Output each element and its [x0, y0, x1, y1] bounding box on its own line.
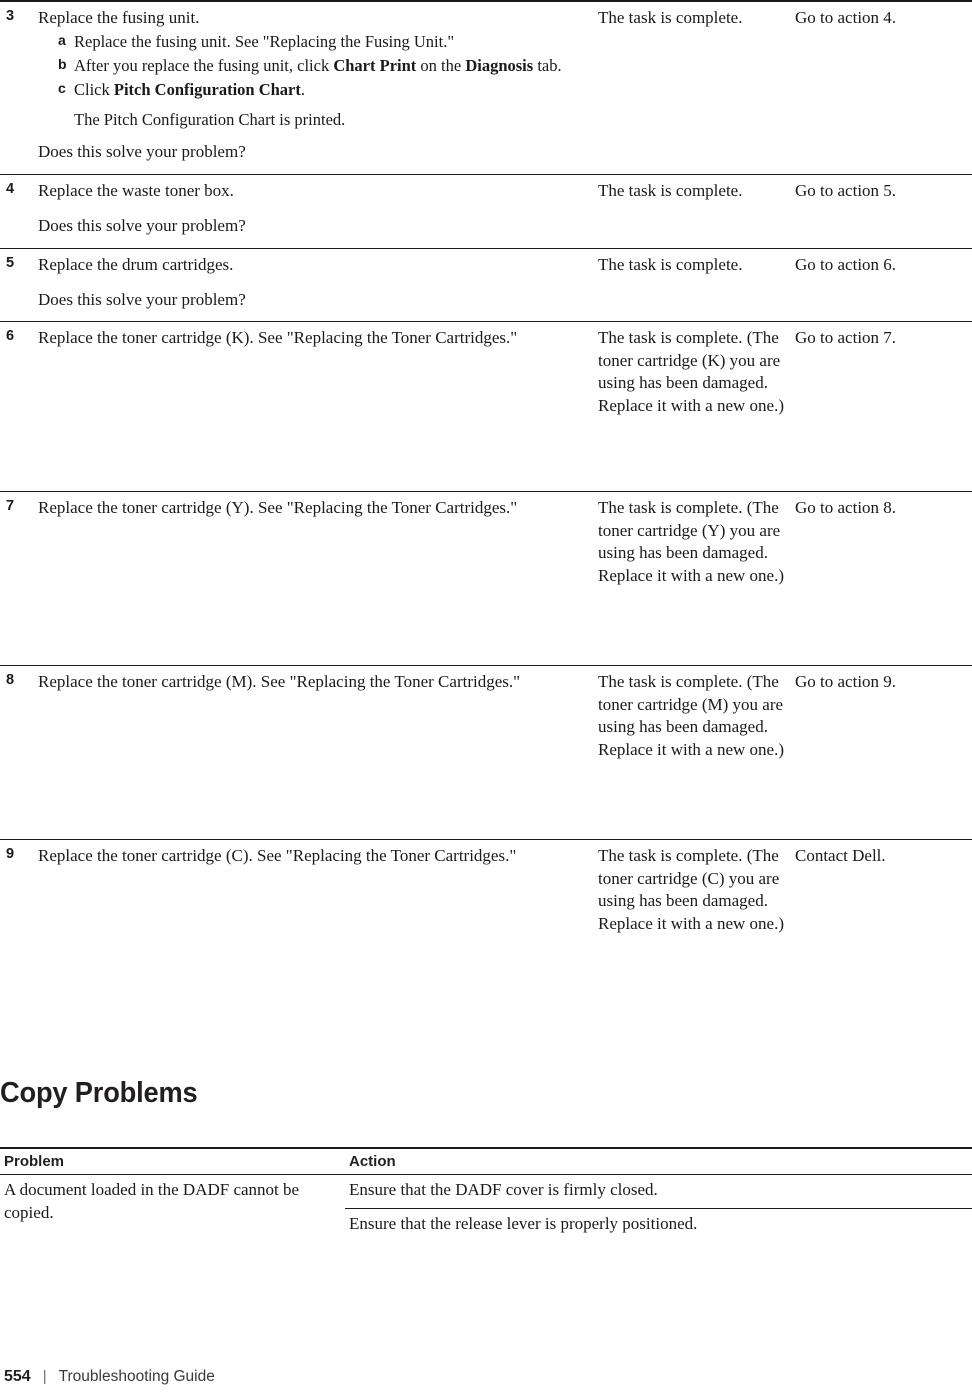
table-row: 8 Replace the toner cartridge (M). See "… — [0, 665, 972, 840]
column-header-problem: Problem — [0, 1147, 345, 1175]
substep-bold-term: Chart Print — [333, 56, 417, 76]
substep-letter: b — [58, 56, 67, 73]
substep-text-mid: on the — [416, 56, 466, 76]
action-cell: Ensure that the DADF cover is firmly clo… — [349, 1180, 658, 1199]
substep-letter: c — [58, 80, 66, 97]
page-title: Copy Problems — [0, 1077, 198, 1109]
yes-outcome-cell: The task is complete. (The toner cartrid… — [598, 328, 784, 415]
action-cell: Replace the waste toner box. Does this s… — [38, 174, 598, 248]
substep-letter: a — [58, 32, 66, 49]
action-cell: Replace the fusing unit. a Replace the fu… — [38, 1, 598, 174]
page-footer: 554 | Troubleshooting Guide — [4, 1368, 215, 1386]
substep-bold-term: Diagnosis — [465, 56, 534, 76]
substep-text-mid: . — [300, 80, 305, 100]
action-cell: Replace the toner cartridge (C). See "Re… — [38, 840, 598, 960]
action-question: Does this solve your problem? — [38, 142, 246, 162]
yes-outcome-cell: The task is complete. (The toner cartrid… — [598, 846, 784, 933]
action-number: 4 — [6, 180, 15, 197]
footer-page-number: 554 — [4, 1368, 31, 1385]
action-number: 8 — [6, 672, 15, 689]
action-lead-text: Replace the waste toner box. — [38, 180, 234, 200]
action-lead-text: Replace the toner cartridge (C). See "Re… — [38, 846, 517, 866]
no-outcome-cell: Go to action 8. — [795, 498, 897, 518]
substep-result-note: The Pitch Configuration Chart is printed… — [74, 110, 346, 130]
substep-bold-term: Pitch Configuration Chart — [113, 80, 301, 100]
action-lead-text: Replace the drum cartridges. — [38, 254, 234, 274]
action-question: Does this solve your problem? — [38, 216, 246, 236]
action-lead-text: Replace the toner cartridge (Y). See "Re… — [38, 498, 518, 518]
list-item: a Replace the fusing unit. See "Replacing… — [38, 31, 590, 53]
action-number: 3 — [6, 8, 15, 24]
action-number: 5 — [6, 254, 15, 271]
substep-text: Click — [74, 80, 114, 100]
action-cell: Ensure that the release lever is properl… — [345, 1207, 972, 1242]
table-row: 5 Replace the drum cartridges. Does this… — [0, 248, 972, 322]
action-cell: Replace the toner cartridge (K). See "Re… — [38, 322, 598, 492]
table-row: 7 Replace the toner cartridge (Y). See "… — [0, 491, 972, 666]
action-cell: Replace the drum cartridges. Does this s… — [38, 248, 598, 322]
action-cell: Replace the toner cartridge (Y). See "Re… — [38, 492, 598, 666]
copy-problems-table: Problem Action A document loaded in the … — [0, 1147, 972, 1242]
page: 3 Replace the fusing unit. a Replace the … — [0, 0, 972, 1393]
table-header-row: Problem Action — [0, 1147, 972, 1175]
problem-cell: A document loaded in the DADF cannot be … — [4, 1180, 300, 1222]
no-outcome-cell: Go to action 9. — [795, 672, 897, 692]
table-row: A document loaded in the DADF cannot be … — [0, 1175, 972, 1222]
footer-title: Troubleshooting Guide — [58, 1368, 215, 1385]
action-lead-text: Replace the toner cartridge (K). See "Re… — [38, 328, 518, 348]
troubleshooting-action-table: 3 Replace the fusing unit. a Replace the … — [0, 0, 972, 960]
action-number: 7 — [6, 498, 15, 515]
no-outcome-cell: Go to action 7. — [795, 328, 897, 348]
table-row: 3 Replace the fusing unit. a Replace the … — [0, 1, 972, 174]
substep-text: Replace the fusing unit. See "Replacing … — [74, 32, 455, 52]
yes-outcome-cell: The task is complete. — [598, 254, 743, 274]
yes-outcome-cell: The task is complete. — [598, 180, 743, 200]
no-outcome-cell: Go to action 6. — [795, 254, 897, 274]
action-number: 9 — [6, 846, 15, 863]
footer-separator: | — [42, 1368, 47, 1385]
action-cell: Replace the toner cartridge (M). See "Re… — [38, 666, 598, 840]
list-item: c Click Pitch Configuration Chart. — [38, 79, 590, 101]
no-outcome-cell: Go to action 5. — [795, 180, 897, 200]
substep-text: After you replace the fusing unit, click — [74, 56, 334, 76]
table-row: 4 Replace the waste toner box. Does this… — [0, 174, 972, 248]
yes-outcome-cell: The task is complete. — [598, 8, 743, 27]
substep-list: a Replace the fusing unit. See "Replacing… — [38, 31, 590, 101]
action-lead-text: Replace the fusing unit. — [38, 8, 200, 27]
substep-text-after: tab. — [533, 56, 562, 76]
list-item: b After you replace the fusing unit, clic… — [38, 55, 590, 77]
no-outcome-cell: Go to action 4. — [795, 8, 897, 27]
action-question: Does this solve your problem? — [38, 289, 246, 309]
table-row: 9 Replace the toner cartridge (C). See "… — [0, 839, 972, 960]
yes-outcome-cell: The task is complete. (The toner cartrid… — [598, 498, 784, 585]
action-lead-text: Replace the toner cartridge (M). See "Re… — [38, 672, 521, 692]
no-outcome-cell: Contact Dell. — [795, 846, 886, 866]
yes-outcome-cell: The task is complete. (The toner cartrid… — [598, 672, 784, 759]
column-header-action: Action — [345, 1147, 972, 1175]
action-number: 6 — [6, 328, 15, 345]
table-row: 6 Replace the toner cartridge (K). See "… — [0, 321, 972, 492]
